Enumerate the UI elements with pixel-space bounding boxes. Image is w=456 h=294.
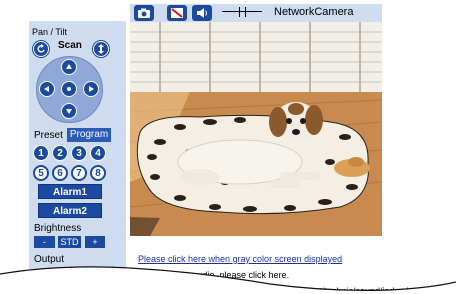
preset-button-1[interactable]: 1	[33, 145, 49, 161]
arrow-right-icon	[89, 86, 94, 92]
pan-tilt-label: Pan / Tilt	[32, 27, 68, 37]
vertical-arrows-icon	[98, 44, 104, 54]
scan-label: Scan	[58, 40, 82, 51]
scan-left-button[interactable]	[33, 41, 49, 57]
arrow-up-icon	[66, 64, 72, 69]
pan-tilt-pad	[36, 56, 103, 123]
pan-right-button[interactable]	[83, 81, 99, 97]
arrow-left-icon	[44, 86, 49, 92]
brightness-std-button[interactable]: STD	[58, 236, 81, 248]
torn-edge-divider	[0, 266, 456, 294]
program-button[interactable]: Program	[67, 128, 111, 142]
preset-button-6[interactable]: 6	[52, 165, 68, 181]
home-dot-icon	[67, 87, 71, 91]
alarm2-button[interactable]: Alarm2	[38, 203, 102, 218]
volume-slider-knob[interactable]	[239, 7, 246, 17]
brightness-decrease-button[interactable]: -	[34, 236, 55, 248]
preset-label: Preset	[34, 130, 63, 141]
rotate-arrow-icon	[37, 44, 45, 53]
scan-vertical-button[interactable]	[93, 41, 109, 57]
preset-button-7[interactable]: 7	[71, 165, 87, 181]
dog-on-rug-image	[130, 22, 382, 236]
preset-button-8[interactable]: 8	[90, 165, 106, 181]
tilt-down-button[interactable]	[61, 103, 77, 119]
brightness-label: Brightness	[34, 223, 82, 234]
mute-icon[interactable]	[167, 5, 187, 21]
alarm1-button[interactable]: Alarm1	[38, 184, 102, 199]
camera-title: NetworkCamera	[274, 6, 354, 18]
pan-left-button[interactable]	[39, 81, 55, 97]
home-position-button[interactable]	[61, 81, 77, 97]
tilt-up-button[interactable]	[61, 59, 77, 75]
speaker-icon[interactable]	[192, 5, 212, 21]
preset-button-2[interactable]: 2	[52, 145, 68, 161]
preset-button-4[interactable]: 4	[90, 145, 106, 161]
preset-button-5[interactable]: 5	[33, 165, 49, 181]
preset-button-3[interactable]: 3	[71, 145, 87, 161]
brightness-increase-button[interactable]: +	[85, 236, 105, 248]
camera-video-feed	[130, 22, 382, 236]
camera-icon[interactable]	[134, 5, 154, 21]
arrow-down-icon	[66, 109, 72, 114]
